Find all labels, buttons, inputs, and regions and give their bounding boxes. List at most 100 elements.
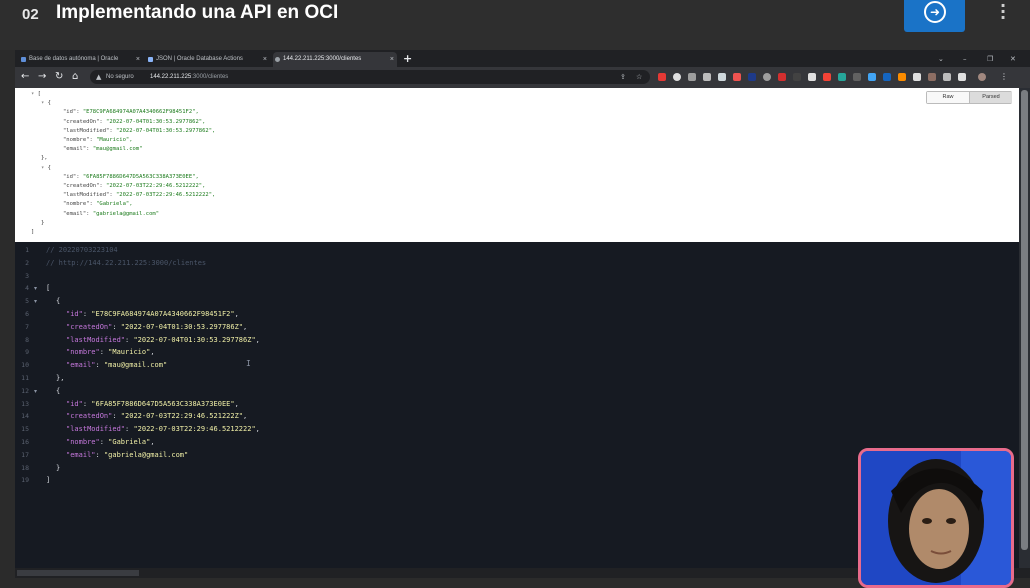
json-value: "Mauricio" bbox=[108, 348, 151, 357]
extension-icon[interactable] bbox=[673, 73, 681, 81]
json-punct: [ bbox=[37, 91, 41, 97]
json-punct: }, bbox=[41, 155, 48, 162]
json-punct: : bbox=[99, 348, 109, 357]
maximize-button[interactable]: ❐ bbox=[987, 52, 993, 66]
tab-label: Base de datos autónoma | Oracle bbox=[29, 56, 119, 62]
collapse-arrow-icon[interactable]: ▾ bbox=[41, 100, 48, 106]
scrollbar-thumb[interactable] bbox=[1021, 90, 1028, 550]
json-value: "Mauricio", bbox=[96, 137, 133, 143]
json-punct: , bbox=[255, 335, 260, 344]
forward-button[interactable]: → bbox=[38, 70, 46, 84]
raw-json-line: } bbox=[41, 219, 44, 228]
next-lesson-button[interactable]: ➜ bbox=[904, 0, 965, 32]
side-panel-icon[interactable] bbox=[958, 73, 966, 81]
kebab-menu-icon[interactable]: · · · bbox=[998, 0, 1008, 26]
json-value: "gabriela@gmail.com" bbox=[92, 210, 160, 217]
address-bar[interactable]: ▲ No seguro 144.22.211.225:3000/clientes… bbox=[90, 70, 650, 84]
extension-icon[interactable] bbox=[928, 73, 936, 81]
lesson-title: Implementando una API en OCI bbox=[56, 2, 339, 23]
extension-icon[interactable] bbox=[703, 73, 711, 81]
collapse-arrow-icon[interactable]: ▾ bbox=[41, 165, 48, 171]
extension-icon[interactable] bbox=[853, 73, 861, 81]
json-key: "id" bbox=[66, 399, 83, 408]
page-icon bbox=[148, 57, 153, 62]
minimize-button[interactable]: – bbox=[963, 52, 967, 66]
raw-json-line: "email": "mau@gmail.com" bbox=[63, 145, 142, 154]
bookmark-star-icon[interactable]: ☆ bbox=[636, 70, 642, 84]
json-key: "email" bbox=[66, 361, 96, 370]
fold-arrow-icon[interactable]: ▾ bbox=[34, 295, 37, 308]
tab-clientes[interactable]: 144.22.211.225:3000/clientes × bbox=[273, 52, 397, 67]
line-number: 6 bbox=[25, 310, 29, 318]
browser-menu-icon[interactable]: ⋮ bbox=[1000, 70, 1008, 84]
extension-icon[interactable] bbox=[838, 73, 846, 81]
fold-arrow-icon[interactable]: ▾ bbox=[34, 282, 37, 295]
tab-autonomous-db[interactable]: Base de datos autónoma | Oracle × bbox=[19, 52, 143, 67]
json-value: "2022-07-03T22:29:46.5212222", bbox=[106, 183, 206, 189]
json-punct: , bbox=[255, 425, 260, 434]
new-tab-button[interactable]: + bbox=[403, 52, 412, 66]
code-line: "lastModified": "2022-07-04T01:30:53.297… bbox=[66, 334, 260, 347]
json-value: "2022-07-04T01:30:53.297786Z" bbox=[133, 335, 256, 344]
extension-icon[interactable] bbox=[718, 73, 726, 81]
json-value: "2022-07-04T01:30:53.2977862", bbox=[106, 118, 206, 125]
tab-search-icon[interactable]: ⌄ bbox=[938, 52, 944, 66]
back-button[interactable]: ← bbox=[21, 70, 29, 84]
json-key: "lastModified" bbox=[66, 425, 126, 434]
line-number: 11 bbox=[21, 374, 29, 382]
share-icon[interactable]: ⇪ bbox=[620, 70, 626, 84]
url-host: 144.22.211.225 bbox=[150, 74, 192, 80]
close-icon[interactable]: × bbox=[390, 52, 394, 67]
json-punct: : bbox=[112, 412, 121, 421]
close-icon[interactable]: × bbox=[136, 52, 140, 67]
close-window-button[interactable]: ✕ bbox=[1010, 52, 1016, 66]
raw-json-line: "nombre": "Gabriela", bbox=[63, 200, 133, 209]
json-value: "2022-07-04T01:30:53.297786Z" bbox=[120, 322, 244, 331]
json-key: "createdOn" bbox=[66, 412, 113, 421]
json-key: "lastModified": bbox=[63, 192, 116, 199]
close-icon[interactable]: × bbox=[263, 52, 267, 67]
vertical-scrollbar[interactable] bbox=[1019, 88, 1030, 568]
extension-icon[interactable] bbox=[733, 73, 741, 81]
raw-json-line: "id": "6FA85F7886D647D5A563C338A373E0EE"… bbox=[63, 173, 199, 182]
tab-json-actions[interactable]: JSON | Oracle Database Actions × bbox=[146, 52, 270, 67]
line-number: 5 bbox=[25, 297, 29, 306]
json-punct: : bbox=[99, 438, 109, 446]
raw-tab[interactable]: Raw bbox=[927, 92, 969, 103]
parsed-tab[interactable]: Parsed bbox=[969, 92, 1012, 103]
security-label[interactable]: No seguro bbox=[106, 70, 134, 84]
extension-icon[interactable] bbox=[748, 73, 756, 81]
extension-icon[interactable] bbox=[658, 73, 666, 81]
extension-icon[interactable] bbox=[763, 73, 771, 81]
extensions-puzzle-icon[interactable] bbox=[943, 73, 951, 81]
home-button[interactable]: ⌂ bbox=[72, 70, 78, 84]
json-key: "createdOn": bbox=[63, 183, 107, 189]
profile-avatar[interactable] bbox=[978, 73, 986, 81]
extension-icon[interactable] bbox=[898, 73, 906, 81]
json-key: "nombre": bbox=[63, 137, 97, 143]
json-value: "2022-07-04T01:30:53.2977862", bbox=[115, 127, 216, 134]
scrollbar-thumb[interactable] bbox=[17, 570, 139, 576]
fold-arrow-icon[interactable]: ▾ bbox=[34, 385, 37, 398]
webcam-overlay bbox=[858, 448, 1014, 588]
extension-icon[interactable] bbox=[913, 73, 921, 81]
presenter-video bbox=[861, 451, 1011, 585]
json-key: "id": bbox=[63, 109, 83, 116]
extension-icon[interactable] bbox=[688, 73, 696, 81]
reload-button[interactable]: ↻ bbox=[55, 70, 63, 84]
extension-icon[interactable] bbox=[883, 73, 891, 81]
line-number: 1 bbox=[25, 246, 29, 254]
json-punct: : bbox=[112, 322, 121, 331]
course-header: 02 Implementando una API en OCI ➜ · · · bbox=[0, 0, 1030, 50]
extension-icon[interactable] bbox=[778, 73, 786, 81]
extension-icon[interactable] bbox=[823, 73, 831, 81]
json-punct: , bbox=[243, 322, 248, 331]
url-path: :3000/clientes bbox=[191, 74, 229, 80]
extension-icon[interactable] bbox=[793, 73, 801, 81]
line-number: 19 bbox=[21, 476, 29, 485]
collapse-arrow-icon[interactable]: ▾ bbox=[31, 91, 38, 97]
extension-icon[interactable] bbox=[808, 73, 816, 81]
url-text[interactable]: 144.22.211.225:3000/clientes bbox=[150, 70, 228, 84]
extension-icon[interactable] bbox=[868, 73, 876, 81]
line-number: 13 bbox=[21, 399, 29, 408]
